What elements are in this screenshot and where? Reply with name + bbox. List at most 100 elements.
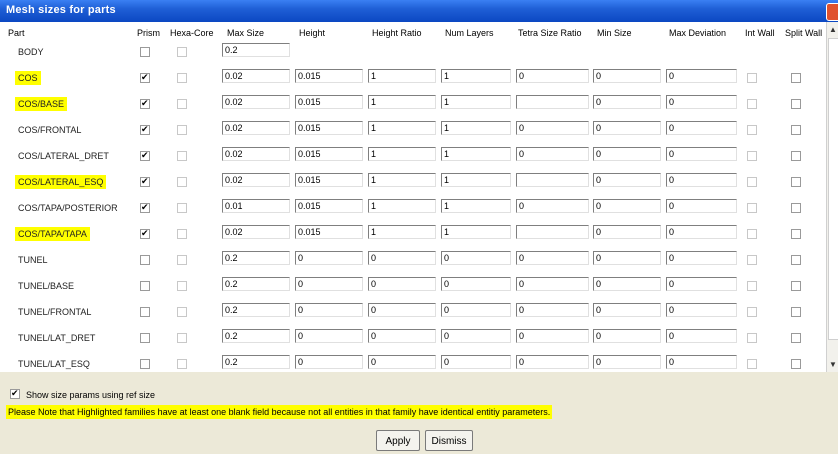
min-size-field[interactable]: 0 <box>593 277 661 291</box>
num-layers-field[interactable]: 0 <box>441 329 511 343</box>
hexa-core-checkbox[interactable] <box>177 281 187 291</box>
height-field[interactable]: 0.015 <box>295 225 363 239</box>
vertical-scrollbar[interactable]: ▲ ▼ <box>826 22 838 372</box>
hexa-core-checkbox[interactable] <box>177 203 187 213</box>
prism-checkbox[interactable] <box>140 359 150 369</box>
tetra-ratio-field[interactable]: 0 <box>516 355 589 369</box>
int-wall-checkbox[interactable] <box>747 203 757 213</box>
hexa-core-checkbox[interactable] <box>177 333 187 343</box>
num-layers-field[interactable]: 0 <box>441 251 511 265</box>
height-field[interactable]: 0 <box>295 355 363 369</box>
int-wall-checkbox[interactable] <box>747 73 757 83</box>
max-size-field[interactable]: 0.02 <box>222 225 290 239</box>
split-wall-checkbox[interactable] <box>791 99 801 109</box>
min-size-field[interactable]: 0 <box>593 355 661 369</box>
max-size-field[interactable]: 0.02 <box>222 121 290 135</box>
height-ratio-field[interactable]: 1 <box>368 121 436 135</box>
tetra-ratio-field[interactable] <box>516 173 589 187</box>
height-field[interactable]: 0 <box>295 277 363 291</box>
height-field[interactable]: 0 <box>295 251 363 265</box>
int-wall-checkbox[interactable] <box>747 255 757 265</box>
int-wall-checkbox[interactable] <box>747 359 757 369</box>
hexa-core-checkbox[interactable] <box>177 177 187 187</box>
height-field[interactable]: 0 <box>295 329 363 343</box>
int-wall-checkbox[interactable] <box>747 307 757 317</box>
tetra-ratio-field[interactable]: 0 <box>516 147 589 161</box>
height-ratio-field[interactable]: 0 <box>368 355 436 369</box>
height-field[interactable]: 0.015 <box>295 69 363 83</box>
max-dev-field[interactable]: 0 <box>666 355 737 369</box>
height-ratio-field[interactable]: 1 <box>368 147 436 161</box>
split-wall-checkbox[interactable] <box>791 151 801 161</box>
max-size-field[interactable]: 0.2 <box>222 329 290 343</box>
tetra-ratio-field[interactable]: 0 <box>516 199 589 213</box>
prism-checkbox[interactable]: ✔ <box>140 176 150 187</box>
height-field[interactable]: 0.015 <box>295 199 363 213</box>
max-size-field[interactable]: 0.02 <box>222 95 290 109</box>
max-dev-field[interactable]: 0 <box>666 277 737 291</box>
tetra-ratio-field[interactable]: 0 <box>516 303 589 317</box>
tetra-ratio-field[interactable] <box>516 95 589 109</box>
tetra-ratio-field[interactable]: 0 <box>516 251 589 265</box>
min-size-field[interactable]: 0 <box>593 225 661 239</box>
max-size-field[interactable]: 0.2 <box>222 43 290 57</box>
height-ratio-field[interactable]: 0 <box>368 251 436 265</box>
min-size-field[interactable]: 0 <box>593 173 661 187</box>
height-ratio-field[interactable]: 1 <box>368 225 436 239</box>
hexa-core-checkbox[interactable] <box>177 307 187 317</box>
hexa-core-checkbox[interactable] <box>177 255 187 265</box>
num-layers-field[interactable]: 1 <box>441 95 511 109</box>
max-dev-field[interactable]: 0 <box>666 147 737 161</box>
int-wall-checkbox[interactable] <box>747 99 757 109</box>
height-ratio-field[interactable]: 0 <box>368 303 436 317</box>
split-wall-checkbox[interactable] <box>791 229 801 239</box>
hexa-core-checkbox[interactable] <box>177 359 187 369</box>
scroll-down-icon[interactable]: ▼ <box>829 360 837 369</box>
height-ratio-field[interactable]: 0 <box>368 277 436 291</box>
height-field[interactable]: 0.015 <box>295 173 363 187</box>
hexa-core-checkbox[interactable] <box>177 125 187 135</box>
hexa-core-checkbox[interactable] <box>177 47 187 57</box>
max-size-field[interactable]: 0.01 <box>222 199 290 213</box>
max-size-field[interactable]: 0.2 <box>222 251 290 265</box>
hexa-core-checkbox[interactable] <box>177 99 187 109</box>
num-layers-field[interactable]: 0 <box>441 277 511 291</box>
prism-checkbox[interactable] <box>140 281 150 291</box>
min-size-field[interactable]: 0 <box>593 69 661 83</box>
num-layers-field[interactable]: 1 <box>441 147 511 161</box>
height-field[interactable]: 0.015 <box>295 147 363 161</box>
height-ratio-field[interactable]: 0 <box>368 329 436 343</box>
split-wall-checkbox[interactable] <box>791 125 801 135</box>
max-dev-field[interactable]: 0 <box>666 329 737 343</box>
num-layers-field[interactable]: 1 <box>441 199 511 213</box>
num-layers-field[interactable]: 0 <box>441 355 511 369</box>
min-size-field[interactable]: 0 <box>593 303 661 317</box>
int-wall-checkbox[interactable] <box>747 125 757 135</box>
split-wall-checkbox[interactable] <box>791 359 801 369</box>
hexa-core-checkbox[interactable] <box>177 229 187 239</box>
num-layers-field[interactable]: 0 <box>441 303 511 317</box>
int-wall-checkbox[interactable] <box>747 151 757 161</box>
scroll-up-icon[interactable]: ▲ <box>829 25 837 34</box>
max-size-field[interactable]: 0.02 <box>222 147 290 161</box>
max-dev-field[interactable]: 0 <box>666 251 737 265</box>
prism-checkbox[interactable] <box>140 333 150 343</box>
max-size-field[interactable]: 0.2 <box>222 355 290 369</box>
max-dev-field[interactable]: 0 <box>666 95 737 109</box>
scroll-thumb[interactable] <box>828 38 838 340</box>
prism-checkbox[interactable]: ✔ <box>140 202 150 213</box>
max-dev-field[interactable]: 0 <box>666 225 737 239</box>
prism-checkbox[interactable]: ✔ <box>140 124 150 135</box>
max-dev-field[interactable]: 0 <box>666 69 737 83</box>
int-wall-checkbox[interactable] <box>747 281 757 291</box>
prism-checkbox[interactable]: ✔ <box>140 98 150 109</box>
prism-checkbox[interactable]: ✔ <box>140 72 150 83</box>
dismiss-button[interactable]: Dismiss <box>425 430 473 451</box>
min-size-field[interactable]: 0 <box>593 199 661 213</box>
split-wall-checkbox[interactable] <box>791 307 801 317</box>
hexa-core-checkbox[interactable] <box>177 151 187 161</box>
min-size-field[interactable]: 0 <box>593 121 661 135</box>
show-size-params-option[interactable]: ✔ Show size params using ref size <box>10 388 155 400</box>
tetra-ratio-field[interactable] <box>516 225 589 239</box>
prism-checkbox[interactable] <box>140 307 150 317</box>
